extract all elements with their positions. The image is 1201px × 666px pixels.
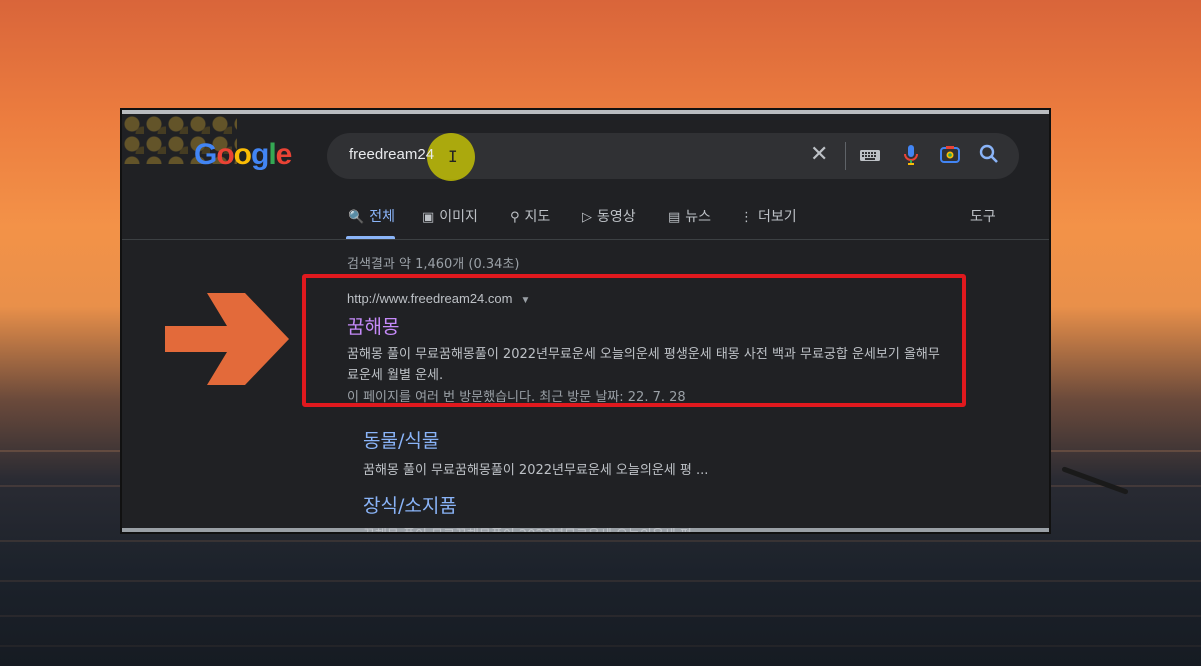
paddle-silhouette: [1061, 466, 1129, 495]
more-vert-icon: ⋮: [740, 210, 753, 225]
tab-news[interactable]: ▤ 뉴스: [668, 206, 711, 226]
search-input[interactable]: freedream24: [349, 146, 434, 163]
search-icon[interactable]: [979, 144, 999, 169]
sitelink-title[interactable]: 장식/소지품: [363, 491, 708, 518]
map-pin-icon: ⚲: [510, 210, 520, 225]
image-icon: ▣: [422, 210, 435, 225]
sitelink-title[interactable]: 동물/식물: [363, 426, 708, 453]
text-cursor-icon: I: [448, 147, 458, 166]
visited-note: 이 페이지를 여러 번 방문했습니다. 최근 방문 날짜: 22. 7. 28: [347, 390, 686, 405]
sitelink-2: 장식/소지품 꿈해몽 풀이 무료꿈해몽풀이 2022년무료운세 오늘의운세 평 …: [363, 491, 708, 532]
tools-button[interactable]: 도구: [970, 206, 996, 226]
result-snippet: 꿈해몽 풀이 무료꿈해몽풀이 2022년무료운세 오늘의운세 평생운세 태몽 사…: [347, 347, 940, 383]
tab-more[interactable]: ⋮ 더보기: [740, 206, 797, 226]
camera-icon[interactable]: [939, 144, 961, 169]
window-top-edge: [122, 110, 1049, 114]
close-icon[interactable]: ✕: [810, 142, 828, 167]
microphone-icon[interactable]: [903, 144, 919, 171]
result-stats: 검색결과 약 1,460개 (0.34초): [347, 257, 520, 272]
triangle-down-icon[interactable]: ▼: [520, 295, 530, 306]
news-icon: ▤: [668, 210, 681, 225]
sitelink-snippet: 꿈해몽 풀이 무료꿈해몽풀이 2022년무료운세 오늘의운세 평 ...: [363, 524, 708, 532]
search-box[interactable]: freedream24 I ✕: [327, 133, 1019, 181]
tab-videos[interactable]: ▷ 동영상: [582, 206, 636, 226]
search-result: http://www.freedream24.com ▼ 꿈해몽 꿈해몽 풀이 무…: [347, 291, 947, 405]
keyboard-icon[interactable]: [859, 144, 881, 168]
search-icon: 🔍: [348, 210, 365, 225]
search-divider: [845, 142, 846, 170]
tab-all[interactable]: 🔍 전체: [348, 206, 395, 226]
sitelink-1: 동물/식물 꿈해몽 풀이 무료꿈해몽풀이 2022년무료운세 오늘의운세 평 .…: [363, 426, 708, 478]
play-icon: ▷: [582, 210, 592, 225]
sitelink-snippet: 꿈해몽 풀이 무료꿈해몽풀이 2022년무료운세 오늘의운세 평 ...: [363, 463, 709, 478]
tab-maps[interactable]: ⚲ 지도: [510, 206, 550, 226]
result-title[interactable]: 꿈해몽: [347, 312, 947, 339]
result-url-row[interactable]: http://www.freedream24.com ▼: [347, 291, 947, 306]
result-url[interactable]: http://www.freedream24.com: [347, 291, 512, 306]
google-logo[interactable]: Google: [194, 138, 292, 172]
pointer-arrow-icon: [165, 293, 289, 385]
tabs-divider: [122, 239, 1049, 240]
tab-images[interactable]: ▣ 이미지: [422, 206, 478, 226]
